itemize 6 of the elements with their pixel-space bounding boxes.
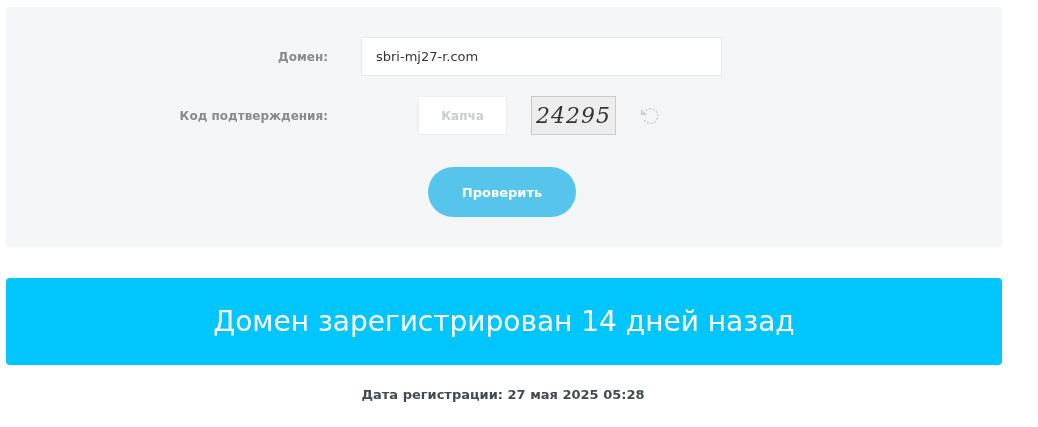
result-banner: Домен зарегистрирован 14 дней назад xyxy=(6,278,1002,365)
captcha-image: 24295 xyxy=(531,96,616,135)
registration-date: Дата регистрации: 27 мая 2025 05:28 xyxy=(360,387,646,402)
domain-field[interactable]: sbri-mj27-r.com xyxy=(361,37,722,76)
domain-label: Домен: xyxy=(277,49,328,64)
captcha-label: Код подтверждения: xyxy=(178,108,328,123)
